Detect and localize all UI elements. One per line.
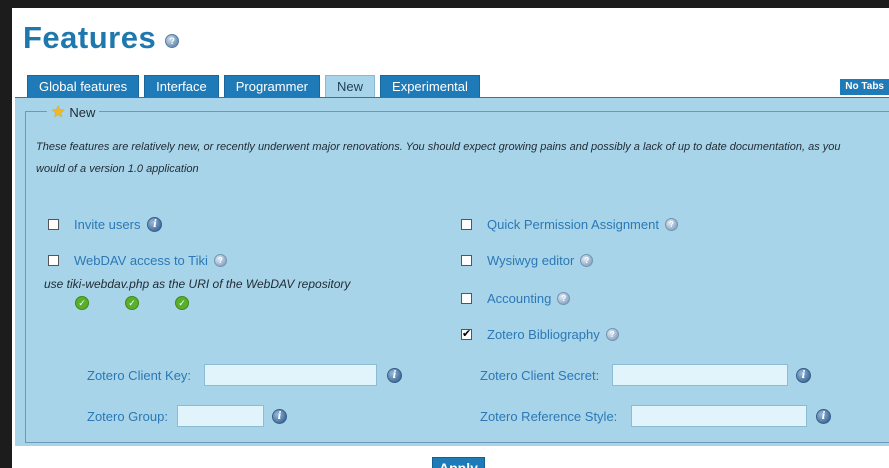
option-zotero: Zotero Bibliography ? — [461, 327, 619, 342]
option-webdav: WebDAV access to Tiki ? — [48, 253, 227, 268]
webdav-label: WebDAV access to Tiki — [74, 253, 208, 268]
option-wysiwyg: Wysiwyg editor ? — [461, 253, 594, 268]
zotero-group-label: Zotero Group: — [87, 409, 168, 424]
webdav-status-checks: ✓ ✓ ✓ — [75, 296, 225, 310]
zotero-client-secret-label: Zotero Client Secret: — [480, 368, 600, 383]
apply-button[interactable]: Apply — [432, 457, 485, 468]
invite-users-label: Invite users — [74, 217, 141, 232]
tab-global-features[interactable]: Global features — [27, 75, 140, 97]
webdav-checkbox[interactable] — [48, 255, 59, 266]
quick-permission-checkbox[interactable] — [461, 219, 472, 230]
info-icon[interactable]: i — [387, 368, 402, 383]
help-icon[interactable]: ? — [580, 254, 594, 267]
fieldset-legend: ★ New — [47, 102, 100, 122]
wysiwyg-checkbox[interactable] — [461, 255, 472, 266]
info-icon[interactable]: i — [272, 409, 287, 424]
zotero-client-secret-input[interactable] — [612, 364, 788, 386]
check-circle-icon: ✓ — [175, 296, 189, 310]
zotero-reference-style-input[interactable] — [631, 405, 807, 427]
info-icon[interactable]: i — [147, 217, 163, 232]
zotero-reference-style-label: Zotero Reference Style: — [480, 409, 618, 424]
info-icon[interactable]: i — [816, 409, 831, 424]
webdav-hint: use tiki-webdav.php as the URI of the We… — [44, 277, 351, 291]
tab-experimental[interactable]: Experimental — [380, 75, 480, 97]
help-icon[interactable]: ? — [213, 254, 227, 267]
option-invite-users: Invite users i — [48, 217, 163, 232]
option-accounting: Accounting ? — [461, 291, 571, 306]
help-icon[interactable]: ? — [165, 34, 180, 48]
tab-programmer[interactable]: Programmer — [223, 75, 321, 97]
tab-new[interactable]: New — [325, 75, 376, 97]
wysiwyg-label: Wysiwyg editor — [487, 253, 575, 268]
tab-bar: Global features Interface Programmer New… — [27, 75, 485, 97]
help-icon[interactable]: ? — [664, 218, 678, 231]
info-icon[interactable]: i — [796, 368, 811, 383]
star-icon: ★ — [51, 104, 66, 121]
admin-page: Features ? Global features Interface Pro… — [12, 8, 889, 468]
zotero-group-input[interactable] — [177, 405, 264, 427]
tab-panel-new: ★ New These features are relatively new,… — [15, 97, 889, 446]
title-row: Features ? — [23, 18, 180, 58]
zotero-client-key-input[interactable] — [204, 364, 377, 386]
invite-users-checkbox[interactable] — [48, 219, 59, 230]
zotero-client-key-label: Zotero Client Key: — [87, 368, 192, 383]
option-quick-permission: Quick Permission Assignment ? — [461, 217, 678, 232]
no-tabs-button[interactable]: No Tabs — [840, 79, 889, 95]
check-circle-icon: ✓ — [125, 296, 139, 310]
legend-label: New — [69, 104, 96, 120]
quick-permission-label: Quick Permission Assignment — [487, 217, 659, 232]
page-title: Features — [23, 20, 157, 55]
check-circle-icon: ✓ — [75, 296, 89, 310]
help-icon[interactable]: ? — [605, 328, 619, 341]
accounting-label: Accounting — [487, 291, 552, 306]
tab-interface[interactable]: Interface — [144, 75, 219, 97]
accounting-checkbox[interactable] — [461, 293, 472, 304]
fieldset-description: These features are relatively new, or re… — [36, 141, 841, 175]
zotero-label: Zotero Bibliography — [487, 327, 600, 342]
zotero-checkbox[interactable] — [461, 327, 472, 340]
help-icon[interactable]: ? — [557, 292, 571, 305]
